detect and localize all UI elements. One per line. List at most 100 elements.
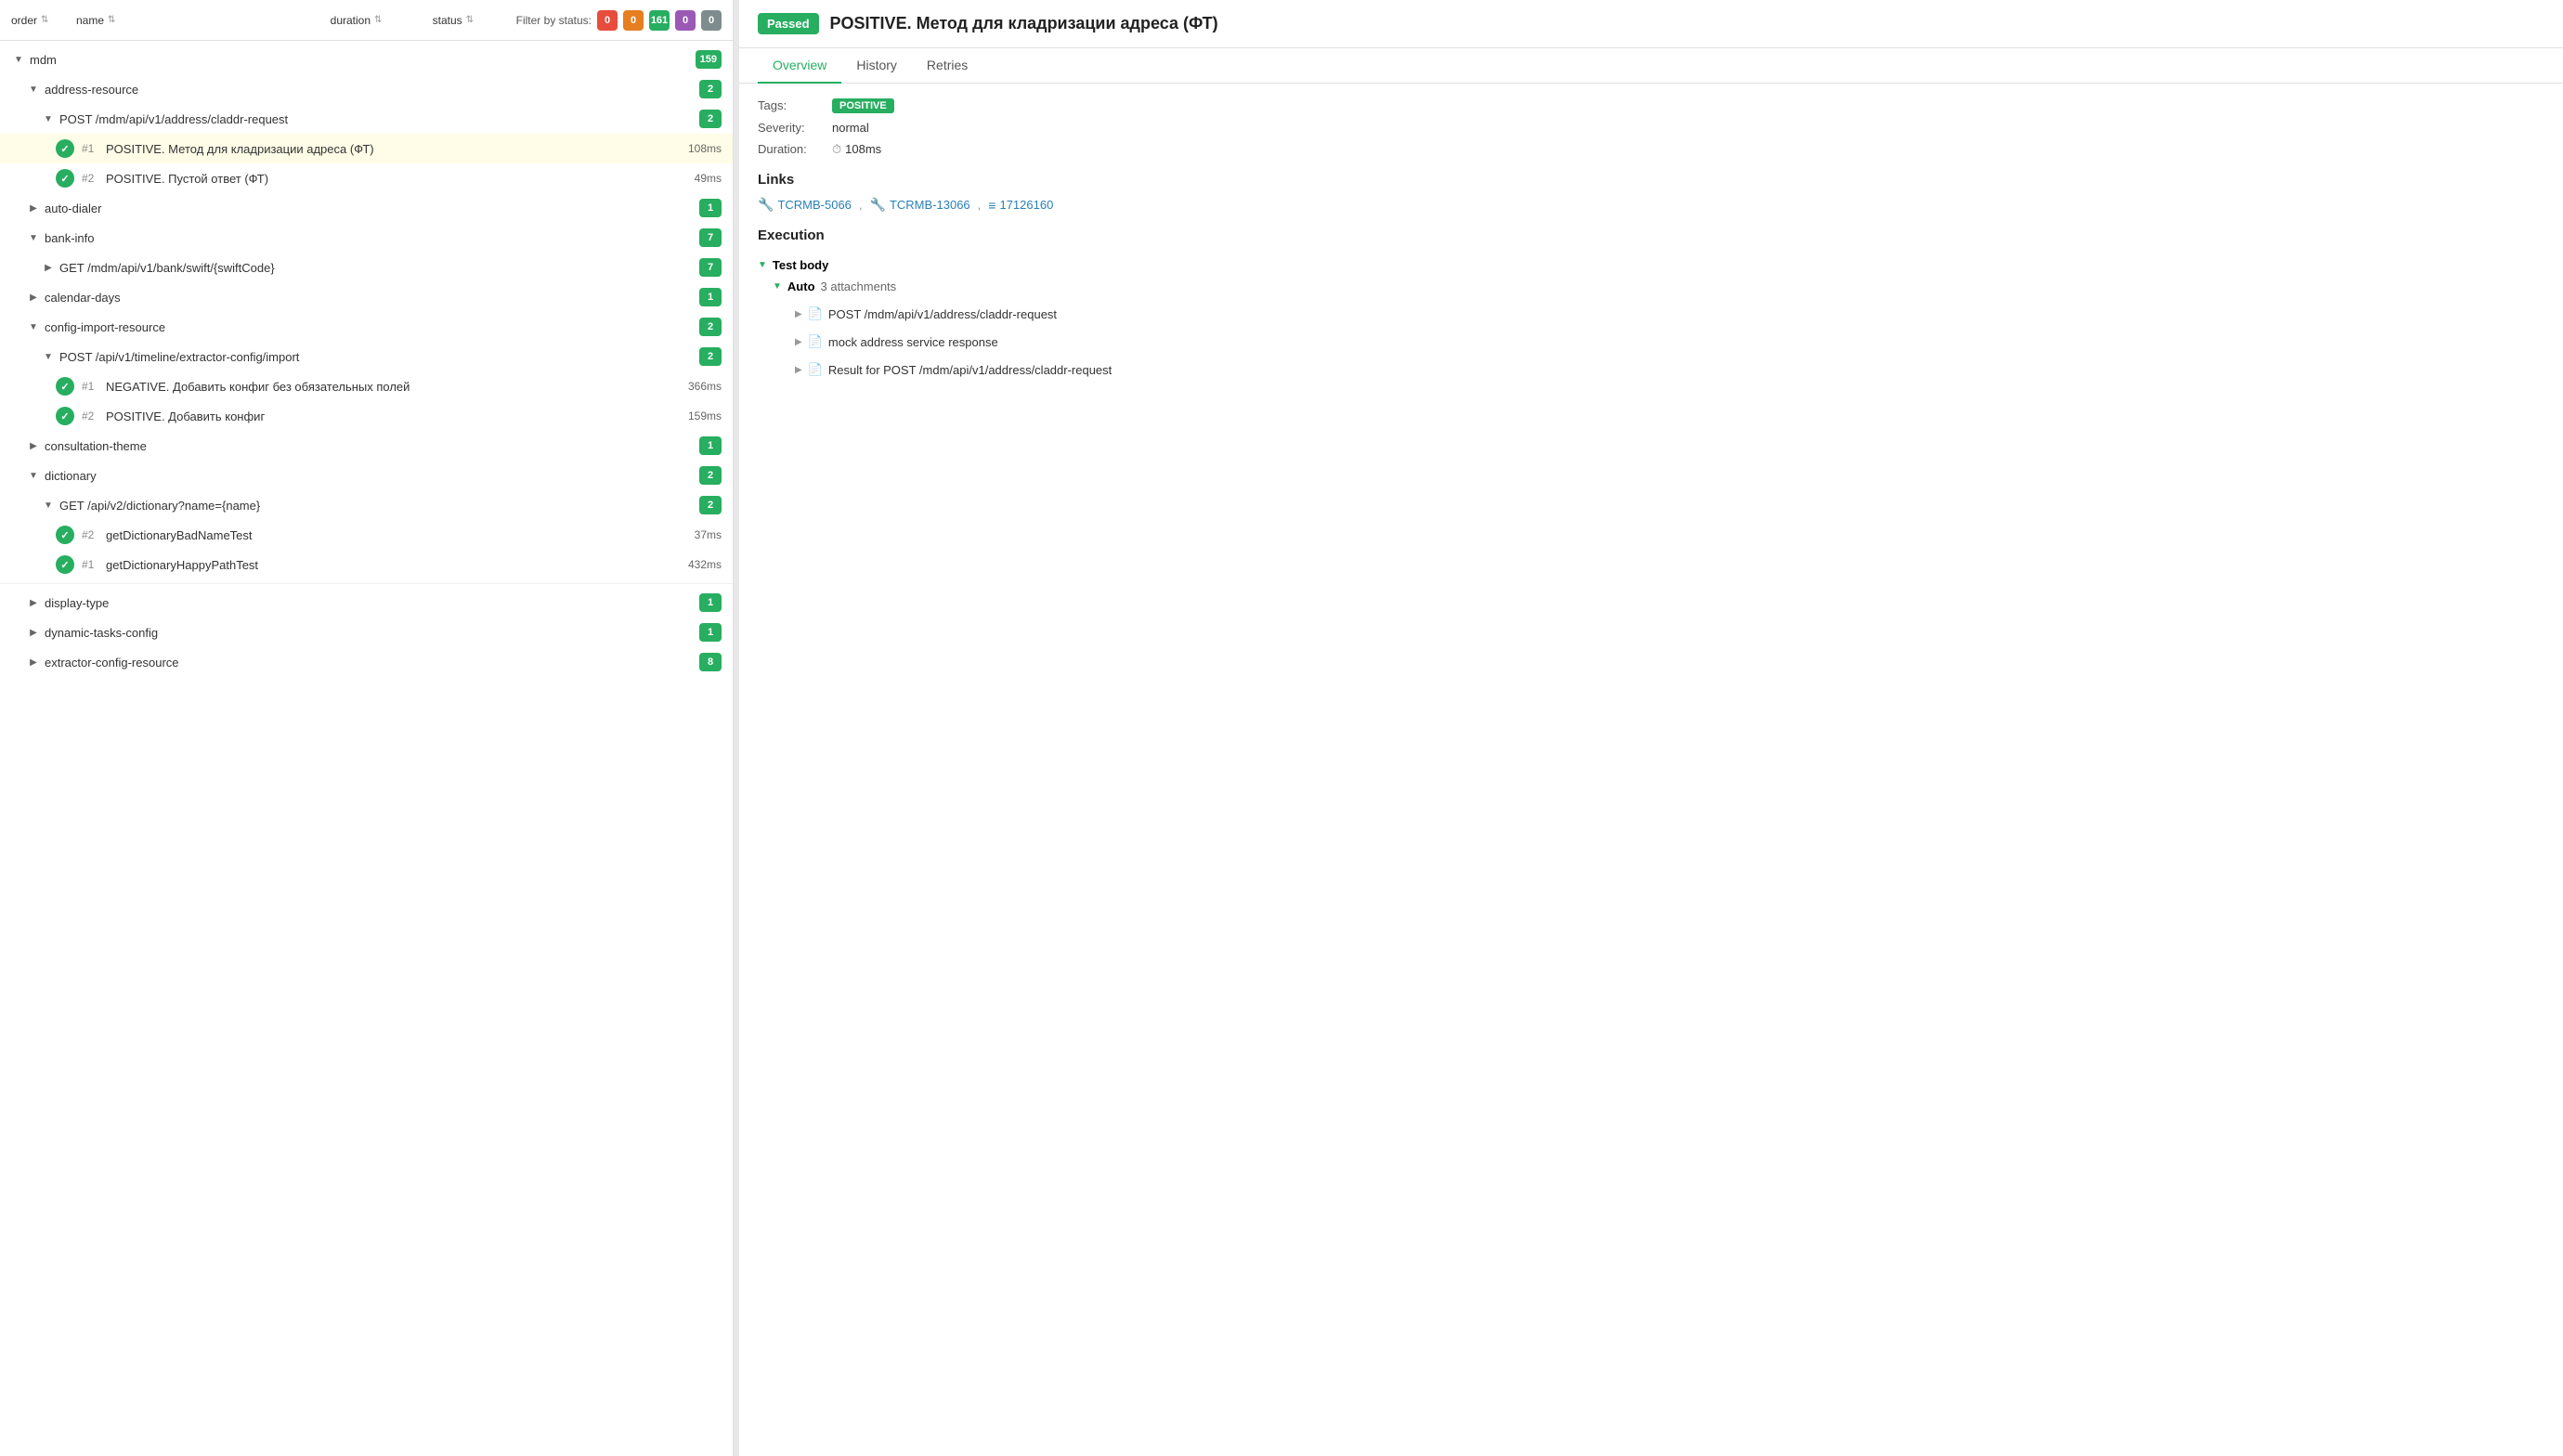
attachment-label-3: Result for POST /mdm/api/v1/address/clad…	[828, 363, 1112, 377]
doc-icon-3: 📄	[808, 362, 823, 377]
chevron-right-att3-icon: ▶	[795, 365, 802, 375]
attachment-row-1[interactable]: ▶ 📄 POST /mdm/api/v1/address/claddr-requ…	[787, 301, 2544, 327]
test-number-dict-happy: #1	[82, 558, 100, 571]
col-status-header[interactable]: status ⇅	[433, 14, 516, 27]
tree-row-get-dict[interactable]: ▼ GET /api/v2/dictionary?name={name} 2	[0, 490, 733, 520]
tree-label-test2: POSITIVE. Пустой ответ (ФТ)	[106, 172, 657, 186]
order-sort-icon: ⇅	[41, 15, 48, 25]
tree-label-auto-dialer: auto-dialer	[45, 202, 699, 215]
col-name-header[interactable]: name ⇅	[76, 14, 331, 27]
filter-badge-purple[interactable]: 0	[675, 10, 696, 31]
test-body-row[interactable]: ▼ Test body	[758, 258, 2544, 272]
link-label-3: 17126160	[999, 198, 1053, 212]
tab-history[interactable]: History	[841, 48, 912, 84]
tree-label-config-import: config-import-resource	[45, 320, 699, 334]
test-body-label: Test body	[773, 258, 828, 272]
status-sort-icon: ⇅	[466, 15, 474, 25]
tree-label-test1: POSITIVE. Метод для кладризации адреса (…	[106, 142, 657, 156]
chevron-right-icon-dynamic: ▶	[26, 625, 41, 640]
tree-row-neg1[interactable]: #1 NEGATIVE. Добавить конфиг без обязате…	[0, 371, 733, 401]
tree-count-config: 2	[699, 318, 722, 336]
tree-label-dynamic-tasks: dynamic-tasks-config	[45, 626, 699, 640]
links-section-title: Links	[758, 172, 2544, 188]
tab-overview[interactable]: Overview	[758, 48, 841, 84]
tree-row-post-address[interactable]: ▼ POST /mdm/api/v1/address/claddr-reques…	[0, 104, 733, 134]
link-sep-2: ,	[978, 198, 982, 212]
attachments-count: 3 attachments	[821, 280, 897, 293]
tree-row-get-bank[interactable]: ▶ GET /mdm/api/v1/bank/swift/{swiftCode}…	[0, 253, 733, 282]
tree-count-consultation: 1	[699, 436, 722, 455]
clock-icon: ⏱	[832, 142, 841, 157]
link-sep-1: ,	[859, 198, 863, 212]
duration-row: Duration: ⏱ 108ms	[758, 142, 2544, 157]
duration-test2: 49ms	[657, 172, 722, 185]
tree-row-calendar-days[interactable]: ▶ calendar-days 1	[0, 282, 733, 312]
order-label: order	[11, 14, 37, 27]
severity-row: Severity: normal	[758, 121, 2544, 135]
tree-count-post: 2	[699, 110, 722, 128]
test-number-1: #1	[82, 142, 100, 155]
tree-row-dictionary[interactable]: ▼ dictionary 2	[0, 461, 733, 490]
duration-test1: 108ms	[657, 142, 722, 155]
link-tcrmb13066[interactable]: 🔧 TCRMB-13066	[870, 197, 970, 213]
chevron-down-icon-bank: ▼	[26, 230, 41, 245]
tree-row-bank-info[interactable]: ▼ bank-info 7	[0, 223, 733, 253]
link-tcrmb5066[interactable]: 🔧 TCRMB-5066	[758, 197, 852, 213]
tree-row-address-resource[interactable]: ▼ address-resource 2	[0, 74, 733, 104]
link-17126160[interactable]: ≡ 17126160	[988, 198, 1053, 213]
tree-container: ▼ mdm 159 ▼ address-resource 2 ▼ POST /m…	[0, 41, 733, 1456]
tree-row-dict-happy[interactable]: #1 getDictionaryHappyPathTest 432ms	[0, 550, 733, 579]
tree-label-get-bank: GET /mdm/api/v1/bank/swift/{swiftCode}	[59, 261, 699, 275]
link-label-2: TCRMB-13066	[890, 198, 970, 212]
duration-sort-icon: ⇅	[374, 15, 382, 25]
col-order-header[interactable]: order ⇅	[11, 14, 76, 27]
filter-badge-dark[interactable]: 0	[701, 10, 722, 31]
chevron-down-icon-get-dict: ▼	[41, 498, 56, 513]
col-duration-header[interactable]: duration ⇅	[331, 14, 433, 27]
chevron-right-icon-display: ▶	[26, 595, 41, 610]
doc-icon-1: 📄	[808, 306, 823, 321]
attachment-label-2: mock address service response	[828, 335, 998, 349]
bug-icon-1: 🔧	[758, 197, 774, 213]
tree-row-test1[interactable]: #1 POSITIVE. Метод для кладризации адрес…	[0, 134, 733, 163]
attachment-label-1: POST /mdm/api/v1/address/claddr-request	[828, 307, 1057, 321]
tree-row-consultation[interactable]: ▶ consultation-theme 1	[0, 431, 733, 461]
tree-label-post-address: POST /mdm/api/v1/address/claddr-request	[59, 112, 699, 126]
tree-row-auto-dialer[interactable]: ▶ auto-dialer 1	[0, 193, 733, 223]
auto-row[interactable]: ▼ Auto 3 attachments	[773, 280, 2544, 293]
tabs-bar: Overview History Retries	[739, 48, 2563, 84]
tags-row: Tags: POSITIVE	[758, 98, 2544, 113]
tree-row-display-type[interactable]: ▶ display-type 1	[0, 588, 733, 618]
tree-count-mdm: 159	[696, 50, 722, 69]
tree-row-dict-bad[interactable]: #2 getDictionaryBadNameTest 37ms	[0, 520, 733, 550]
chevron-down-icon-dict: ▼	[26, 468, 41, 483]
tree-label-neg1: NEGATIVE. Добавить конфиг без обязательн…	[106, 380, 657, 394]
filter-section: Filter by status: 0 0 161 0 0	[516, 10, 722, 31]
attachment-row-2[interactable]: ▶ 📄 mock address service response	[787, 329, 2544, 355]
tree-label-display-type: display-type	[45, 596, 699, 610]
tree-count-bank: 7	[699, 228, 722, 247]
test-number-neg1: #1	[82, 380, 100, 393]
tree-row-mdm[interactable]: ▼ mdm 159	[0, 45, 733, 74]
execution-section: ▼ Test body ▼ Auto 3 attachments ▶ 📄 POS…	[758, 258, 2544, 383]
tree-row-test2[interactable]: #2 POSITIVE. Пустой ответ (ФТ) 49ms	[0, 163, 733, 193]
duration-dict-bad: 37ms	[657, 528, 722, 541]
filter-badge-orange[interactable]: 0	[623, 10, 644, 31]
tab-retries[interactable]: Retries	[912, 48, 982, 84]
name-sort-icon: ⇅	[108, 15, 115, 25]
tree-row-extractor[interactable]: ▶ extractor-config-resource 8	[0, 647, 733, 677]
filter-badge-red[interactable]: 0	[597, 10, 618, 31]
tags-label: Tags:	[758, 98, 832, 112]
chevron-right-icon-extractor: ▶	[26, 655, 41, 670]
tree-label-bank-info: bank-info	[45, 231, 699, 245]
tree-row-config-import[interactable]: ▼ config-import-resource 2	[0, 312, 733, 342]
tree-row-pos2[interactable]: #2 POSITIVE. Добавить конфиг 159ms	[0, 401, 733, 431]
filter-badge-green[interactable]: 161	[649, 10, 670, 31]
tree-row-dynamic-tasks[interactable]: ▶ dynamic-tasks-config 1	[0, 618, 733, 647]
tree-label-dict-happy: getDictionaryHappyPathTest	[106, 558, 657, 572]
tree-row-post-timeline[interactable]: ▼ POST /api/v1/timeline/extractor-config…	[0, 342, 733, 371]
tree-count-address: 2	[699, 80, 722, 98]
attachment-row-3[interactable]: ▶ 📄 Result for POST /mdm/api/v1/address/…	[787, 357, 2544, 383]
chevron-right-att2-icon: ▶	[795, 337, 802, 347]
tree-label-mdm: mdm	[30, 53, 696, 67]
